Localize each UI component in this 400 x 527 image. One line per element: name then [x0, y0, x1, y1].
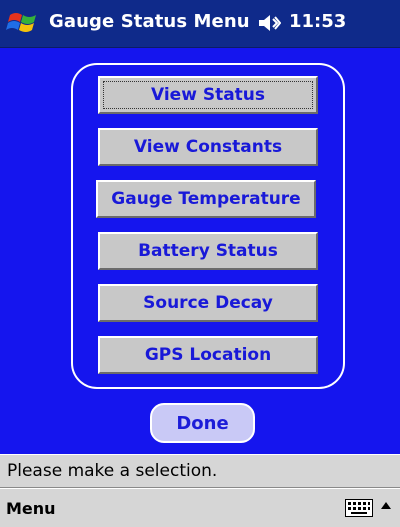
menu-button[interactable]: Menu [6, 499, 56, 518]
status-message: Please make a selection. [7, 461, 218, 481]
window-title: Gauge Status Menu [49, 11, 250, 32]
clock[interactable]: 11:53 [289, 11, 346, 32]
command-bar: Menu [0, 488, 400, 527]
speaker-muted-icon[interactable] [257, 11, 281, 35]
view-status-button[interactable]: View Status [98, 76, 318, 114]
view-constants-button[interactable]: View Constants [98, 128, 318, 166]
up-arrow-icon[interactable] [378, 497, 394, 517]
title-bar: Gauge Status Menu 11:53 [0, 0, 400, 48]
gps-location-button[interactable]: GPS Location [98, 336, 318, 374]
status-bar: Please make a selection. [0, 454, 400, 488]
source-decay-button[interactable]: Source Decay [98, 284, 318, 322]
gauge-temperature-button[interactable]: Gauge Temperature [96, 180, 316, 218]
battery-status-button[interactable]: Battery Status [98, 232, 318, 270]
windows-flag-icon[interactable] [6, 7, 40, 39]
screen: Gauge Status Menu 11:53 View Status View… [0, 0, 400, 527]
done-button[interactable]: Done [150, 403, 255, 443]
keyboard-icon[interactable] [345, 499, 373, 517]
